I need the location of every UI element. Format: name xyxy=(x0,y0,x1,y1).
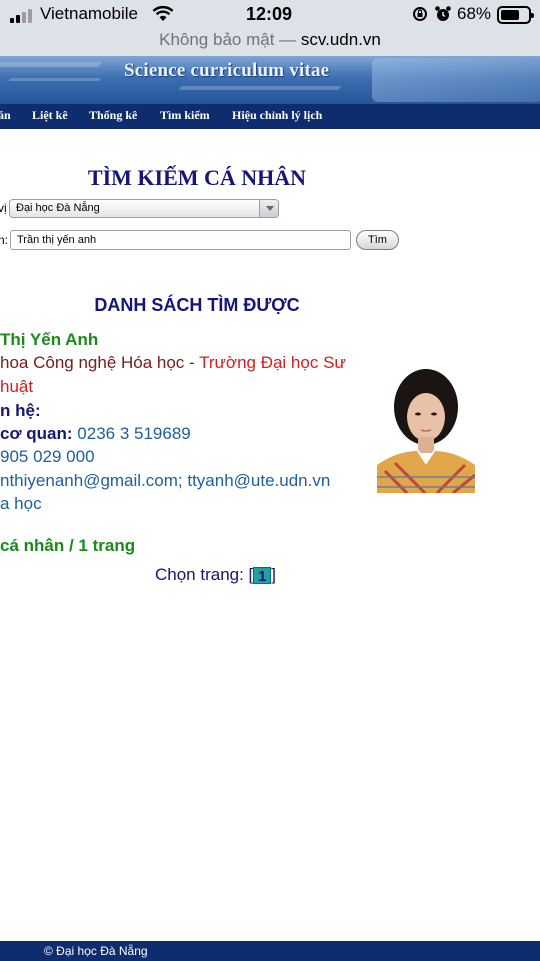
battery-percent: 68% xyxy=(457,4,492,23)
results-heading: DANH SÁCH TÌM ĐƯỢC xyxy=(94,295,300,315)
pagination: Chọn trang: [1] xyxy=(155,565,277,585)
domain-text: scv.udn.vn xyxy=(300,30,381,49)
profile-link[interactable]: a học xyxy=(0,494,42,514)
alarm-icon xyxy=(435,6,451,21)
office-phone-line: cơ quan: 0236 3 519689 xyxy=(0,424,191,444)
search-button[interactable]: Tìm xyxy=(356,230,399,250)
footer: © Đại học Đà Nẵng xyxy=(0,941,540,961)
unit-select[interactable]: Đại học Đà Nẵng xyxy=(9,199,279,218)
person-photo xyxy=(377,367,475,493)
chevron-down-icon xyxy=(259,200,278,217)
address-bar[interactable]: Không bảo mật — scv.udn.vn xyxy=(0,30,540,56)
affiliation-line: hoa Công nghệ Hóa học - Trường Đại học S… xyxy=(0,353,346,372)
wifi-icon xyxy=(152,5,174,21)
school-text: Trường Đại học Sư xyxy=(199,353,346,372)
mobile-phone: 905 029 000 xyxy=(0,447,95,466)
rotation-lock-icon xyxy=(413,7,427,21)
main-nav: ăn Liệt kê Thống kê Tìm kiếm Hiệu chỉnh … xyxy=(0,104,540,129)
nav-item-statistics[interactable]: Thống kê xyxy=(89,108,137,123)
clock: 12:09 xyxy=(246,4,293,24)
status-bar: Vietnamobile 12:09 68% xyxy=(0,0,540,30)
cellular-signal-icon xyxy=(10,9,34,23)
office-phone: 0236 3 519689 xyxy=(77,424,191,443)
footer-copyright: © Đại học Đà Nẵng xyxy=(44,944,148,958)
email-addresses: nthiyenanh@gmail.com; ttyanh@ute.udn.vn xyxy=(0,471,331,490)
person-name-link[interactable]: Thị Yến Anh xyxy=(0,330,98,350)
banner-graphic xyxy=(372,58,540,102)
nav-item-home[interactable]: ăn xyxy=(0,108,11,123)
name-label: n: xyxy=(0,233,9,247)
site-banner: Science curriculum vitae xyxy=(0,56,540,104)
nav-item-edit-profile[interactable]: Hiệu chỉnh lý lịch xyxy=(232,108,322,123)
battery-icon xyxy=(497,6,534,24)
unit-label: vị xyxy=(0,201,7,215)
nav-item-list[interactable]: Liệt kê xyxy=(32,108,68,123)
department-text: hoa Công nghệ Hóa học xyxy=(0,353,185,372)
name-search-input[interactable]: Trần thị yến anh xyxy=(10,230,351,250)
pagination-label: Chọn trang: [ xyxy=(155,565,254,584)
carrier-name: Vietnamobile xyxy=(40,4,138,23)
office-phone-label: cơ quan: xyxy=(0,424,73,443)
nav-item-search[interactable]: Tìm kiếm xyxy=(160,108,210,123)
results-summary: cá nhân / 1 trang xyxy=(0,536,136,555)
school-text-cont: huật xyxy=(0,377,34,396)
page-link-1[interactable]: 1 xyxy=(253,567,272,585)
banner-title: Science curriculum vitae xyxy=(124,60,330,81)
page-title: TÌM KIẾM CÁ NHÂN xyxy=(87,165,307,190)
contact-heading: n hệ: xyxy=(0,401,41,420)
unit-select-value: Đại học Đà Nẵng xyxy=(16,202,100,214)
not-secure-label: Không bảo mật — xyxy=(159,30,297,49)
